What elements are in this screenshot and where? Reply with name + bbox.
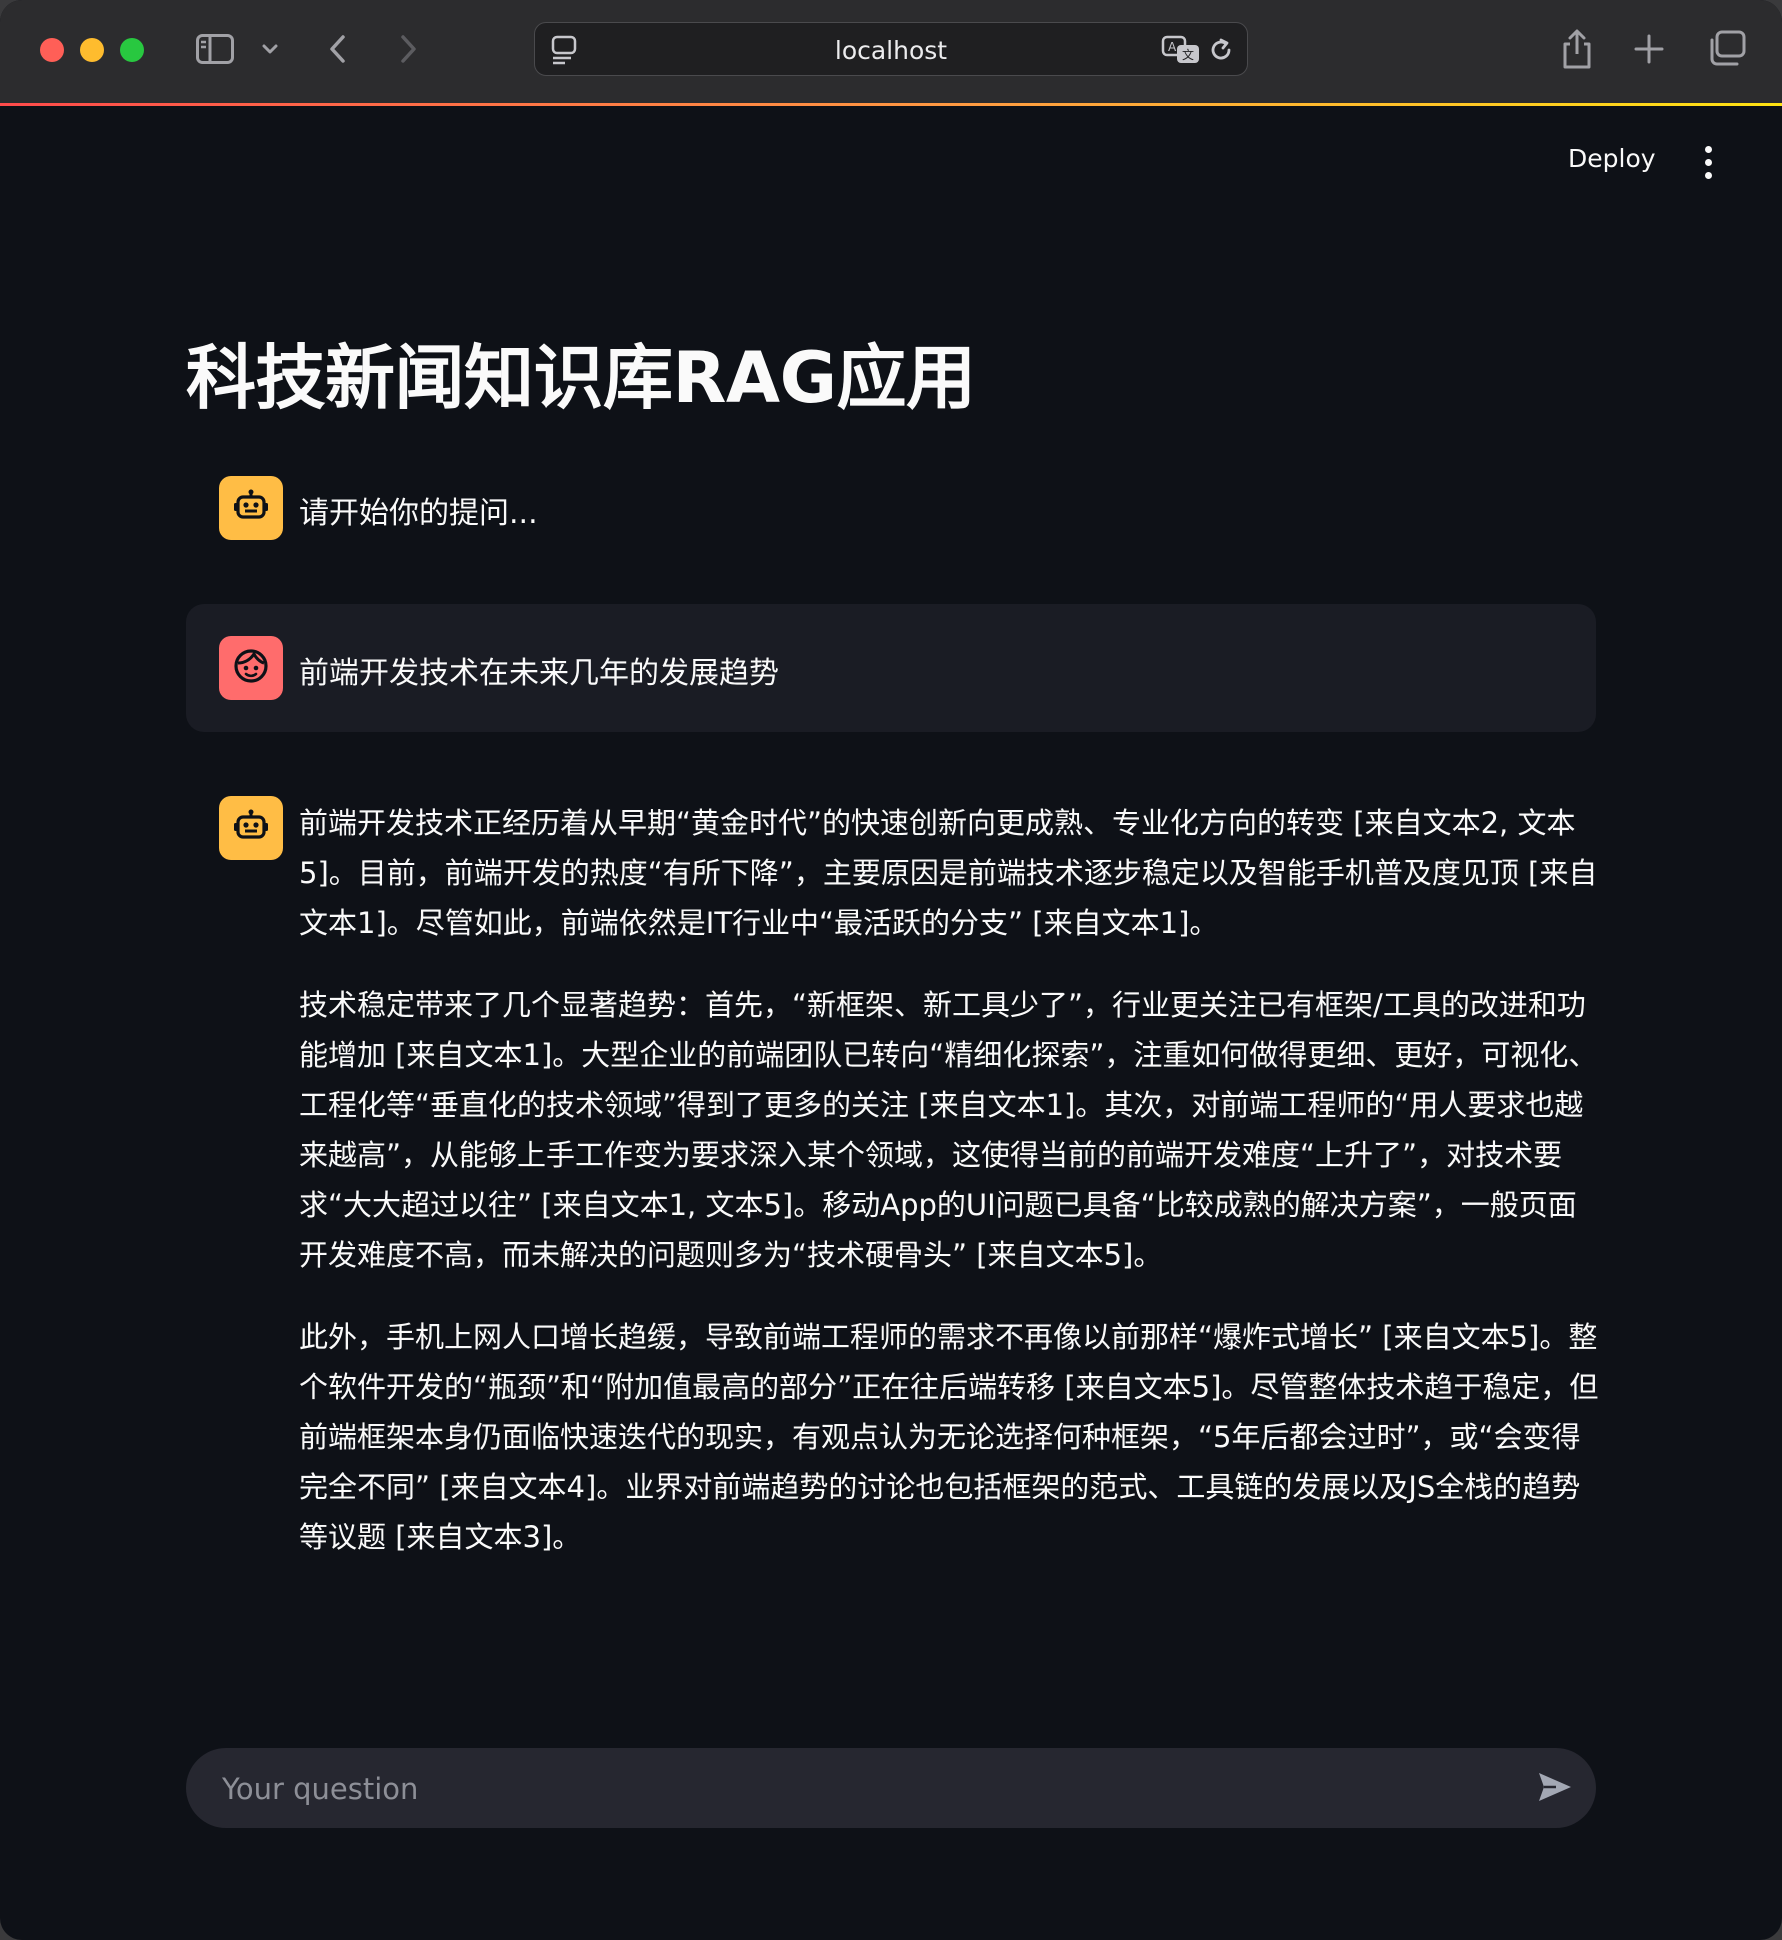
user-question-text: 前端开发技术在未来几年的发展趋势 [299,656,779,691]
minimize-window-button[interactable] [80,38,104,62]
robot-icon [233,809,269,847]
tabs-icon[interactable] [1708,30,1746,66]
forward-icon[interactable] [400,34,418,64]
svg-text:文: 文 [1182,47,1194,62]
kebab-menu-icon[interactable] [1705,146,1712,185]
answer-paragraph: 此外，手机上网人口增长趋缓，导致前端工程师的需求不再像以前那样“爆炸式增长” [… [299,1320,1599,1554]
back-icon[interactable] [328,34,346,64]
browser-window: localhost A文 Deploy 科技新闻知识库RAG应用 请开始你的提问 [0,0,1782,1940]
sidebar-icon[interactable] [196,34,234,64]
close-window-button[interactable] [40,38,64,62]
greeting-message: 请开始你的提问... [299,496,538,531]
answer-paragraph: 技术稳定带来了几个显著趋势：首先，“新框架、新工具少了”，行业更关注已有框架/工… [299,988,1598,1272]
user-face-icon [233,648,269,688]
question-input[interactable] [220,1748,1504,1830]
assistant-avatar [219,796,283,860]
robot-icon [233,489,269,527]
reload-icon[interactable] [1207,36,1235,64]
send-icon[interactable] [1536,1768,1574,1810]
deploy-button[interactable]: Deploy [1568,144,1656,173]
assistant-answer: 前端开发技术正经历着从早期“黄金时代”的快速创新向更成熟、专业化方向的转变 [来… [299,798,1599,1594]
svg-text:A: A [1168,40,1177,54]
page-title: 科技新闻知识库RAG应用 [186,337,976,419]
address-bar[interactable]: localhost A文 [534,22,1248,76]
app-decoration-bar [0,103,1782,106]
user-avatar [219,636,283,700]
browser-toolbar: localhost A文 [0,0,1782,103]
chat-input-container [186,1748,1596,1830]
chevron-down-icon[interactable] [262,44,278,54]
address-text[interactable]: localhost [535,36,1247,65]
share-icon[interactable] [1560,28,1594,70]
maximize-window-button[interactable] [120,38,144,62]
translate-icon[interactable]: A文 [1161,35,1201,65]
plus-icon[interactable] [1634,34,1664,64]
assistant-avatar [219,476,283,540]
answer-paragraph: 前端开发技术正经历着从早期“黄金时代”的快速创新向更成熟、专业化方向的转变 [来… [299,806,1598,940]
